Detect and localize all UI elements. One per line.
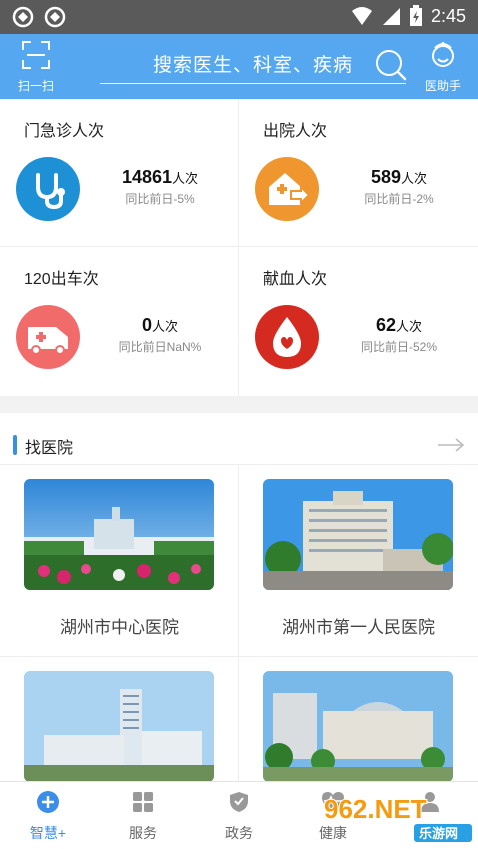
watermark-text: 962.NET xyxy=(324,794,427,824)
nav-item-smart[interactable]: 智慧+ xyxy=(13,790,83,843)
find-hospital-section: 找医院 湖州市中心医院 湖州市第一人民医院 xyxy=(0,413,478,849)
hospital-photo xyxy=(263,479,453,590)
stat-discharge[interactable]: 出院人次 589人次 同比前日-2% xyxy=(239,99,478,247)
stat-values: 62人次 同比前日-52% xyxy=(339,315,459,355)
stat-number: 62 xyxy=(375,315,396,335)
hospital-name: 湖州市第一人民医院 xyxy=(282,618,435,637)
stat-unit: 人次 xyxy=(396,319,423,334)
signal-icon xyxy=(382,8,400,25)
shield-icon xyxy=(230,792,248,812)
search-placeholder: 搜索医生、科室、疾病 xyxy=(152,55,353,76)
hospital-exit-icon xyxy=(255,157,319,221)
doctor-icon xyxy=(432,42,454,67)
stat-compare: 同比前日-2% xyxy=(364,192,434,206)
nav-label: 智慧+ xyxy=(29,825,67,841)
plus-circle-icon xyxy=(37,791,59,813)
battery-icon xyxy=(409,5,422,26)
nav-item-service[interactable]: 服务 xyxy=(108,790,178,843)
section-header: 找医院 xyxy=(0,413,478,465)
grid-icon xyxy=(133,792,153,812)
stat-title: 献血人次 xyxy=(263,271,328,288)
stat-compare: 同比前日-5% xyxy=(125,192,195,206)
nav-label: 服务 xyxy=(129,825,157,841)
wifi-icon xyxy=(351,7,372,25)
stethoscope-icon xyxy=(16,157,80,221)
stat-values: 0人次 同比前日NaN% xyxy=(100,315,220,355)
clock: 2:45 xyxy=(430,5,466,26)
more-button[interactable] xyxy=(436,435,466,455)
blood-drop-icon xyxy=(255,305,319,369)
stat-title: 120出车次 xyxy=(24,271,99,288)
hospital-card[interactable]: 湖州市第一人民医院 xyxy=(239,465,478,657)
hospital-photo xyxy=(24,479,214,590)
helper-button[interactable]: 医助手 xyxy=(418,40,468,96)
stat-values: 589人次 同比前日-2% xyxy=(339,167,459,207)
search-button[interactable] xyxy=(374,48,408,82)
stat-number: 0 xyxy=(141,315,152,335)
search-input[interactable]: 搜索医生、科室、疾病 xyxy=(100,48,406,84)
stat-unit: 人次 xyxy=(152,319,179,334)
stat-blood-donation[interactable]: 献血人次 62人次 同比前日-52% xyxy=(239,247,478,395)
section-accent-bar xyxy=(13,435,17,455)
scan-icon xyxy=(22,41,50,69)
stat-compare: 同比前日-52% xyxy=(360,340,437,354)
helper-label: 医助手 xyxy=(424,79,461,93)
scan-button[interactable]: 扫一扫 xyxy=(10,40,62,96)
stat-unit: 人次 xyxy=(401,171,428,186)
stat-values: 14861人次 同比前日-5% xyxy=(100,167,220,207)
hospital-card[interactable]: 湖州市中心医院 xyxy=(0,465,239,657)
search-icon xyxy=(376,50,407,81)
arrow-right-icon xyxy=(438,438,465,452)
stat-number: 14861 xyxy=(121,167,173,187)
scan-label: 扫一扫 xyxy=(17,79,54,93)
stat-number: 589 xyxy=(370,167,402,187)
status-bar: 2:45 xyxy=(0,0,478,34)
stats-panel: 门急诊人次 14861人次 同比前日-5% 出院人次 589人次 同比前日-2%… xyxy=(0,99,478,396)
ambulance-icon xyxy=(16,305,80,369)
hospital-photo xyxy=(24,671,214,782)
header: 扫一扫 搜索医生、科室、疾病 医助手 xyxy=(0,34,478,99)
stat-ambulance[interactable]: 120出车次 0人次 同比前日NaN% xyxy=(0,247,239,395)
notification-icon xyxy=(44,6,66,28)
notification-icon xyxy=(12,6,34,28)
nav-label: 政务 xyxy=(225,825,253,841)
stat-unit: 人次 xyxy=(172,171,199,186)
stat-title: 门急诊人次 xyxy=(24,123,105,140)
nav-item-government[interactable]: 政务 xyxy=(204,790,274,843)
hospital-name: 湖州市中心医院 xyxy=(60,618,179,637)
stat-compare: 同比前日NaN% xyxy=(118,340,202,354)
hospital-photo xyxy=(263,671,453,782)
stat-outpatient[interactable]: 门急诊人次 14861人次 同比前日-5% xyxy=(0,99,239,247)
watermark-subtext: 乐游网 xyxy=(419,826,458,841)
section-title: 找医院 xyxy=(25,440,74,457)
watermark-logo: 962.NET 乐游网 xyxy=(318,790,478,846)
stat-title: 出院人次 xyxy=(263,123,328,140)
